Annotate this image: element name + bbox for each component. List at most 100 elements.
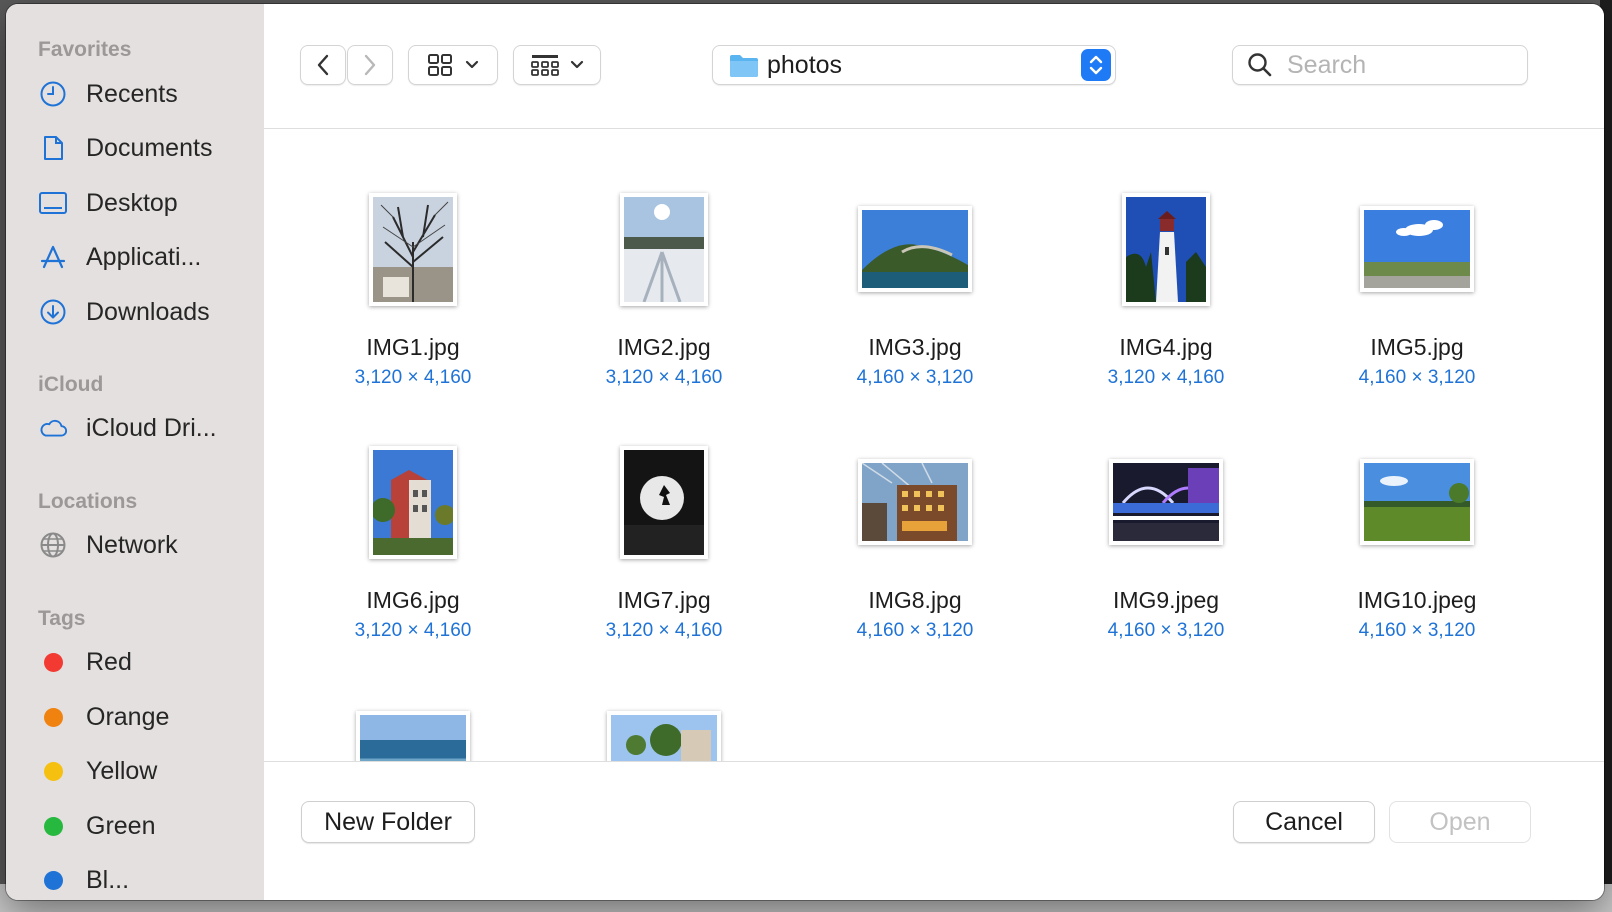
file-dimensions: 3,120 × 4,160 xyxy=(605,620,723,641)
forward-button[interactable] xyxy=(347,45,393,85)
sidebar-item-label: Orange xyxy=(86,702,170,731)
file-name: IMG3.jpg xyxy=(868,334,962,360)
dialog-footer: New Folder Cancel Open xyxy=(264,761,1604,900)
cancel-button[interactable]: Cancel xyxy=(1233,801,1375,843)
sidebar-item-label: Green xyxy=(86,811,156,840)
tag-color-dot xyxy=(44,870,63,890)
sidebar-item-tag-green[interactable]: Green xyxy=(38,804,258,848)
file-item-img9[interactable]: IMG9.jpeg 4,160 × 3,120 xyxy=(1041,402,1291,642)
file-thumbnail xyxy=(369,192,457,306)
sidebar-item-label: Applicati... xyxy=(86,242,202,271)
file-item-img10[interactable]: IMG10.jpeg 4,160 × 3,120 xyxy=(1292,402,1542,642)
sidebar-item-label: Desktop xyxy=(86,188,178,217)
document-icon xyxy=(38,133,68,163)
sidebar: Favorites Recents Documents Desktop Appl… xyxy=(6,4,265,900)
cloud-icon xyxy=(38,413,68,443)
file-item-img8[interactable]: IMG8.jpg 4,160 × 3,120 xyxy=(790,402,1040,642)
file-name: IMG9.jpeg xyxy=(1112,587,1220,613)
tags-header: Tags xyxy=(38,607,86,630)
file-dimensions: 4,160 × 3,120 xyxy=(856,367,974,388)
sidebar-item-tag-blue[interactable]: Bl... xyxy=(38,858,258,900)
chevron-down-icon xyxy=(570,60,584,69)
file-name: IMG10.jpeg xyxy=(1357,587,1477,613)
file-thumbnail xyxy=(858,206,972,292)
sidebar-item-label: Network xyxy=(86,530,178,559)
search-icon xyxy=(1248,53,1272,77)
desktop-icon xyxy=(38,188,68,218)
sidebar-item-downloads[interactable]: Downloads xyxy=(38,290,258,334)
file-item-img3[interactable]: IMG3.jpg 4,160 × 3,120 xyxy=(790,149,1040,389)
sidebar-item-label: Red xyxy=(86,647,132,676)
folder-name: photos xyxy=(767,51,843,79)
sidebar-item-tag-red[interactable]: Red xyxy=(38,640,258,684)
file-dimensions: 4,160 × 3,120 xyxy=(1358,367,1476,388)
file-item-img5[interactable]: IMG5.jpg 4,160 × 3,120 xyxy=(1292,149,1542,389)
file-item-partial-1[interactable] xyxy=(288,654,538,761)
file-grid: IMG1.jpg 3,120 × 4,160 IMG2.jpg 3,120 × … xyxy=(264,129,1604,761)
file-dimensions: 3,120 × 4,160 xyxy=(605,367,723,388)
sidebar-item-tag-yellow[interactable]: Yellow xyxy=(38,749,258,793)
file-thumbnail xyxy=(1109,459,1223,545)
locations-header: Locations xyxy=(38,490,138,513)
search-field[interactable] xyxy=(1232,45,1528,85)
sidebar-item-label: iCloud Dri... xyxy=(86,413,217,442)
favorites-header: Favorites xyxy=(38,38,132,61)
file-thumbnail xyxy=(620,192,708,306)
file-dimensions: 4,160 × 3,120 xyxy=(1107,620,1225,641)
file-name: IMG2.jpg xyxy=(617,334,711,360)
sidebar-item-tag-orange[interactable]: Orange xyxy=(38,695,258,739)
group-grid-icon xyxy=(531,55,559,76)
sidebar-item-label: Yellow xyxy=(86,756,158,785)
file-thumbnail xyxy=(1122,192,1210,306)
back-button[interactable] xyxy=(300,45,346,85)
applications-icon xyxy=(38,242,68,272)
icon-grid-icon xyxy=(428,54,452,76)
file-thumbnail xyxy=(356,711,470,761)
file-item-img1[interactable]: IMG1.jpg 3,120 × 4,160 xyxy=(288,149,538,389)
file-name: IMG8.jpg xyxy=(868,587,962,613)
file-dimensions: 3,120 × 4,160 xyxy=(354,620,472,641)
file-item-img2[interactable]: IMG2.jpg 3,120 × 4,160 xyxy=(539,149,789,389)
file-dimensions: 4,160 × 3,120 xyxy=(856,620,974,641)
chevron-left-icon xyxy=(317,54,329,76)
folder-path-popup[interactable]: photos xyxy=(712,45,1116,85)
file-dimensions: 3,120 × 4,160 xyxy=(354,367,472,388)
open-button[interactable]: Open xyxy=(1389,801,1531,843)
tag-color-dot xyxy=(44,707,63,727)
sidebar-item-icloud-drive[interactable]: iCloud Dri... xyxy=(38,406,258,450)
file-name: IMG7.jpg xyxy=(617,587,711,613)
tag-color-dot xyxy=(44,816,63,836)
new-folder-button[interactable]: New Folder xyxy=(301,801,475,843)
chevron-right-icon xyxy=(364,54,376,76)
file-name: IMG6.jpg xyxy=(366,587,460,613)
folder-icon xyxy=(730,55,758,77)
tag-color-dot xyxy=(44,761,63,781)
tag-color-dot xyxy=(44,652,63,672)
file-item-partial-2[interactable] xyxy=(539,654,789,761)
search-input[interactable] xyxy=(1285,48,1519,82)
sidebar-item-recents[interactable]: Recents xyxy=(38,72,258,116)
open-file-dialog: Favorites Recents Documents Desktop Appl… xyxy=(6,4,1604,900)
toolbar: photos xyxy=(264,4,1604,129)
group-by-button[interactable] xyxy=(513,45,601,85)
sidebar-item-label: Downloads xyxy=(86,297,210,326)
file-thumbnail xyxy=(1360,206,1474,292)
file-name: IMG5.jpg xyxy=(1370,334,1464,360)
sidebar-item-network[interactable]: Network xyxy=(38,523,258,567)
icloud-header: iCloud xyxy=(38,373,104,396)
file-dimensions: 3,120 × 4,160 xyxy=(1107,367,1225,388)
clock-icon xyxy=(38,79,68,109)
sidebar-item-applications[interactable]: Applicati... xyxy=(38,235,258,279)
file-item-img7[interactable]: IMG7.jpg 3,120 × 4,160 xyxy=(539,402,789,642)
file-item-img6[interactable]: IMG6.jpg 3,120 × 4,160 xyxy=(288,402,538,642)
file-item-img4[interactable]: IMG4.jpg 3,120 × 4,160 xyxy=(1041,149,1291,389)
sidebar-item-desktop[interactable]: Desktop xyxy=(38,181,258,225)
file-name: IMG1.jpg xyxy=(366,334,460,360)
sidebar-item-label: Documents xyxy=(86,133,213,162)
file-thumbnail xyxy=(620,445,708,559)
sidebar-item-documents[interactable]: Documents xyxy=(38,126,258,170)
view-mode-button[interactable] xyxy=(408,45,498,85)
file-thumbnail xyxy=(858,459,972,545)
popup-stepper-icon xyxy=(1081,49,1111,81)
download-icon xyxy=(38,297,68,327)
